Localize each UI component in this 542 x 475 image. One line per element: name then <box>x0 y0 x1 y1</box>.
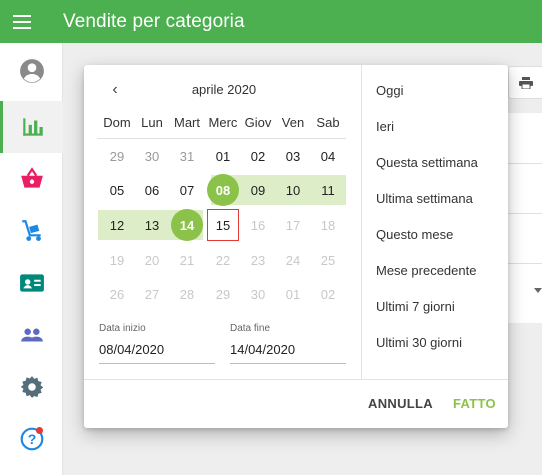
preset-today[interactable]: Oggi <box>376 83 403 98</box>
sidebar-item-help[interactable]: ? <box>0 413 63 465</box>
calendar-day[interactable]: 30 <box>134 138 170 174</box>
calendar-day[interactable]: 04 <box>310 138 346 174</box>
gear-icon <box>20 376 43 398</box>
sidebar-item-account[interactable] <box>0 45 63 97</box>
preset-yesterday[interactable]: Ieri <box>376 119 394 134</box>
done-button[interactable]: FATTO <box>453 396 496 411</box>
calendar-day: 01 <box>285 286 301 302</box>
print-icon <box>519 76 533 89</box>
calendar-day: 30 <box>250 286 266 302</box>
calendar: ‹ aprile 2020 Dom Lun Mart Merc Giov Ven… <box>84 65 361 379</box>
calendar-day: 29 <box>215 286 231 302</box>
sidebar-item-users[interactable] <box>0 309 63 361</box>
calendar-day: 28 <box>179 286 195 302</box>
calendar-day: 24 <box>285 252 301 268</box>
range-end-label: 14 <box>171 209 203 241</box>
range-start-day[interactable]: 08 <box>205 172 241 208</box>
people-icon <box>20 328 43 342</box>
weekday-label: Merc <box>208 115 238 130</box>
menu-icon[interactable] <box>0 0 44 43</box>
preset-this-month[interactable]: Questo mese <box>376 227 453 242</box>
today-day[interactable]: 15 <box>205 207 241 243</box>
calendar-day[interactable]: 01 <box>205 138 241 174</box>
weekday-label: Dom <box>103 115 131 130</box>
start-date-label: Data inizio <box>99 323 146 334</box>
today-label: 15 <box>207 209 239 241</box>
weekday-label: Mart <box>174 115 200 130</box>
calendar-day[interactable]: 11 <box>310 172 346 208</box>
end-date-label: Data fine <box>230 323 271 334</box>
calendar-day[interactable]: 03 <box>275 138 311 174</box>
weekday-label: Giov <box>244 115 272 130</box>
calendar-day[interactable]: 31 <box>169 138 205 174</box>
calendar-day[interactable]: 02 <box>240 138 276 174</box>
calendar-day[interactable]: 06 <box>134 172 170 208</box>
basket-icon <box>20 167 43 188</box>
svg-text:?: ? <box>27 431 36 447</box>
weekday-label: Lun <box>141 115 163 130</box>
end-date-field[interactable]: Data fine 14/04/2020 <box>230 323 346 364</box>
divider <box>508 213 542 214</box>
calendar-day: 16 <box>250 217 266 233</box>
sidebar: ? <box>0 43 63 475</box>
end-date-value[interactable]: 14/04/2020 <box>230 342 346 364</box>
calendar-day[interactable]: 12 <box>99 207 135 243</box>
app-bar: Vendite per categoria <box>0 0 542 43</box>
start-date-field[interactable]: Data inizio 08/04/2020 <box>99 323 215 364</box>
calendar-day: 21 <box>179 252 195 268</box>
preset-last-30-days[interactable]: Ultimi 30 giorni <box>376 335 462 350</box>
start-date-value[interactable]: 08/04/2020 <box>99 342 215 364</box>
weekday-label: Ven <box>281 115 305 130</box>
sidebar-item-reports[interactable] <box>0 101 63 153</box>
divider <box>361 65 362 379</box>
calendar-day: 19 <box>109 252 125 268</box>
sidebar-item-settings[interactable] <box>0 361 63 413</box>
divider <box>508 263 542 264</box>
calendar-day[interactable]: 13 <box>134 207 170 243</box>
calendar-day: 23 <box>250 252 266 268</box>
calendar-day: 26 <box>109 286 125 302</box>
calendar-day[interactable]: 09 <box>240 172 276 208</box>
calendar-day: 22 <box>215 252 231 268</box>
hand-truck-icon <box>21 220 41 241</box>
sidebar-item-customers[interactable] <box>0 257 63 309</box>
range-start-label: 08 <box>207 174 239 206</box>
date-range-dialog: ‹ aprile 2020 Dom Lun Mart Merc Giov Ven… <box>84 65 508 428</box>
notification-badge <box>36 427 43 434</box>
month-label: aprile 2020 <box>191 82 257 97</box>
bar-chart-icon <box>23 118 43 136</box>
calendar-day[interactable]: 05 <box>99 172 135 208</box>
range-end-day[interactable]: 14 <box>169 207 205 243</box>
calendar-day: 17 <box>285 217 301 233</box>
divider <box>508 163 542 164</box>
sidebar-item-logistics[interactable] <box>0 205 63 257</box>
cancel-button[interactable]: ANNULLA <box>368 396 433 411</box>
divider <box>84 379 508 380</box>
calendar-day: 20 <box>144 252 160 268</box>
calendar-day: 25 <box>320 252 336 268</box>
calendar-day[interactable]: 29 <box>99 138 135 174</box>
print-button[interactable] <box>508 66 542 99</box>
sidebar-item-sales[interactable] <box>0 153 63 205</box>
calendar-day: 18 <box>320 217 336 233</box>
preset-previous-month[interactable]: Mese precedente <box>376 263 476 278</box>
contact-card-icon <box>19 274 44 292</box>
calendar-day[interactable]: 07 <box>169 172 205 208</box>
preset-last-7-days[interactable]: Ultimi 7 giorni <box>376 299 455 314</box>
calendar-day[interactable]: 10 <box>275 172 311 208</box>
account-circle-icon <box>19 59 44 83</box>
weekday-label: Sab <box>316 115 340 130</box>
chevron-down-icon[interactable] <box>534 288 542 293</box>
calendar-day: 02 <box>320 286 336 302</box>
calendar-day: 27 <box>144 286 160 302</box>
page-title: Vendite per categoria <box>63 10 245 32</box>
chevron-left-icon[interactable]: ‹ <box>106 78 124 102</box>
preset-this-week[interactable]: Questa settimana <box>376 155 478 170</box>
preset-last-week[interactable]: Ultima settimana <box>376 191 473 206</box>
